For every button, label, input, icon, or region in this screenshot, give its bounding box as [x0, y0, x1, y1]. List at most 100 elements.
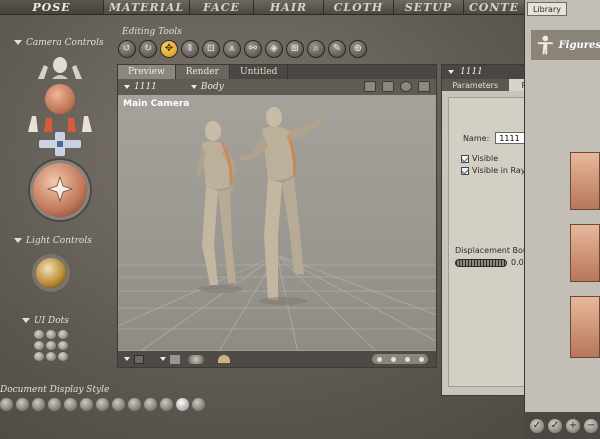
options-icon[interactable]: [418, 81, 430, 92]
twist-icon[interactable]: ↻: [139, 40, 157, 58]
light-sphere[interactable]: [36, 258, 66, 288]
shadow-icon[interactable]: [188, 354, 204, 364]
add-icon[interactable]: +: [566, 418, 580, 433]
nav-dot[interactable]: [418, 356, 424, 362]
ui-dot[interactable]: [34, 330, 44, 339]
visible-checkbox[interactable]: [461, 154, 469, 163]
color-swatch-icon[interactable]: [134, 354, 144, 364]
grouping-icon[interactable]: ⊞: [286, 40, 304, 58]
library-panel: Library Figures: [524, 0, 600, 439]
display-style-button[interactable]: [64, 398, 77, 411]
visible-checkbox-row[interactable]: Visible: [461, 154, 498, 163]
nav-dot[interactable]: [404, 356, 410, 362]
ui-dots-header[interactable]: UI Dots: [22, 316, 69, 326]
face-camera-icon[interactable]: [45, 84, 75, 114]
display-style-button[interactable]: [48, 398, 61, 411]
translate-icon[interactable]: ✥: [160, 40, 178, 58]
cube-icon[interactable]: [170, 354, 180, 364]
camera-select-hands-icon[interactable]: [30, 55, 90, 83]
translate-in-out-icon[interactable]: ⇕: [181, 40, 199, 58]
apply-double-check-icon[interactable]: ✓: [548, 418, 562, 433]
ui-dot[interactable]: [46, 330, 56, 339]
display-style-button[interactable]: [144, 398, 157, 411]
document-window: Preview Render Untitled 1111 Body Main C…: [117, 64, 437, 368]
color-icon[interactable]: ◈: [265, 40, 283, 58]
tab-pose[interactable]: POSE: [0, 0, 104, 15]
ui-dot[interactable]: [34, 352, 44, 361]
navigation-pill[interactable]: [372, 354, 428, 364]
displacement-bounds-dial[interactable]: [455, 258, 507, 267]
name-label: Name:: [463, 133, 490, 143]
ground-icon[interactable]: [218, 355, 230, 363]
render-settings-icon[interactable]: [364, 81, 376, 92]
tab-material[interactable]: MATERIAL: [104, 0, 190, 15]
rotate-icon[interactable]: ↺: [118, 40, 136, 58]
library-tab[interactable]: Library: [527, 2, 567, 16]
target-icon[interactable]: [400, 81, 412, 92]
hand-camera-icons[interactable]: [22, 112, 98, 134]
document-bar-icons: [364, 81, 430, 92]
tab-cloth[interactable]: CLOTH: [324, 0, 394, 15]
raytracing-checkbox[interactable]: [461, 166, 469, 175]
ui-dot[interactable]: [46, 341, 56, 350]
tab-render[interactable]: Render: [175, 65, 230, 79]
dropdown-triangle-icon[interactable]: [124, 357, 130, 361]
tab-hair[interactable]: HAIR: [254, 0, 324, 15]
ui-dot[interactable]: [58, 341, 68, 350]
tab-setup[interactable]: SETUP: [394, 0, 464, 15]
tab-content[interactable]: CONTE: [464, 0, 525, 15]
display-style-button[interactable]: [32, 398, 45, 411]
taper-icon[interactable]: ⩚: [223, 40, 241, 58]
library-bottom-bar: ✓ ✓ + −: [524, 412, 600, 439]
nav-dot[interactable]: [376, 356, 382, 362]
ui-dots-label: UI Dots: [34, 316, 69, 326]
comment-icon[interactable]: [382, 81, 394, 92]
viewport-scene: [118, 107, 436, 353]
display-style-button[interactable]: [128, 398, 141, 411]
display-style-button[interactable]: [80, 398, 93, 411]
properties-object-name: 1111: [460, 67, 483, 77]
ui-dot[interactable]: [58, 330, 68, 339]
display-style-button[interactable]: [192, 398, 205, 411]
part-selector[interactable]: Body: [190, 82, 224, 92]
visible-label: Visible: [472, 154, 499, 163]
light-controls-header[interactable]: Light Controls: [14, 236, 92, 246]
figure-selector-value: 1111: [134, 82, 157, 92]
collapse-triangle-icon: [22, 318, 30, 323]
camera-controls-label: Camera Controls: [26, 38, 104, 48]
document-selector-bar: 1111 Body: [118, 79, 436, 95]
nav-dot[interactable]: [390, 356, 396, 362]
tab-preview[interactable]: Preview: [118, 65, 176, 79]
chain-break-icon[interactable]: ⚯: [244, 40, 262, 58]
remove-icon[interactable]: −: [584, 418, 598, 433]
library-category-header[interactable]: Figures: [531, 30, 600, 60]
camera-move-cross-icon[interactable]: [35, 132, 85, 156]
display-style-button-active[interactable]: [176, 398, 189, 411]
ui-dot[interactable]: [46, 352, 56, 361]
apply-check-icon[interactable]: ✓: [530, 418, 544, 433]
display-style-button[interactable]: [96, 398, 109, 411]
figure-selector[interactable]: 1111: [124, 82, 157, 92]
editing-tools-bar: ↺ ↻ ✥ ⇕ ⊡ ⩚ ⚯ ◈ ⊞ ⌕ ✎ ⊕: [118, 40, 367, 58]
ui-dot[interactable]: [58, 352, 68, 361]
dropdown-triangle-icon[interactable]: [160, 357, 166, 361]
figure-icon: [537, 35, 553, 55]
scale-icon[interactable]: ⊡: [202, 40, 220, 58]
library-thumbnail[interactable]: [570, 152, 600, 210]
ui-dot[interactable]: [34, 341, 44, 350]
tab-face[interactable]: FACE: [190, 0, 254, 15]
dropdown-triangle-icon[interactable]: [448, 70, 454, 74]
display-style-button[interactable]: [0, 398, 13, 411]
document-bottom-bar: [118, 351, 436, 367]
morphing-tool-icon[interactable]: ✎: [328, 40, 346, 58]
tab-parameters[interactable]: Parameters: [442, 79, 509, 91]
library-thumbnail[interactable]: [570, 296, 600, 358]
direct-manipulation-icon[interactable]: ⊕: [349, 40, 367, 58]
display-style-button[interactable]: [112, 398, 125, 411]
display-style-button[interactable]: [16, 398, 29, 411]
3d-viewport[interactable]: Main Camera: [118, 95, 436, 353]
display-style-button[interactable]: [160, 398, 173, 411]
view-magnifier-icon[interactable]: ⌕: [307, 40, 325, 58]
camera-controls-header[interactable]: Camera Controls: [14, 38, 104, 48]
library-thumbnail[interactable]: [570, 224, 600, 282]
